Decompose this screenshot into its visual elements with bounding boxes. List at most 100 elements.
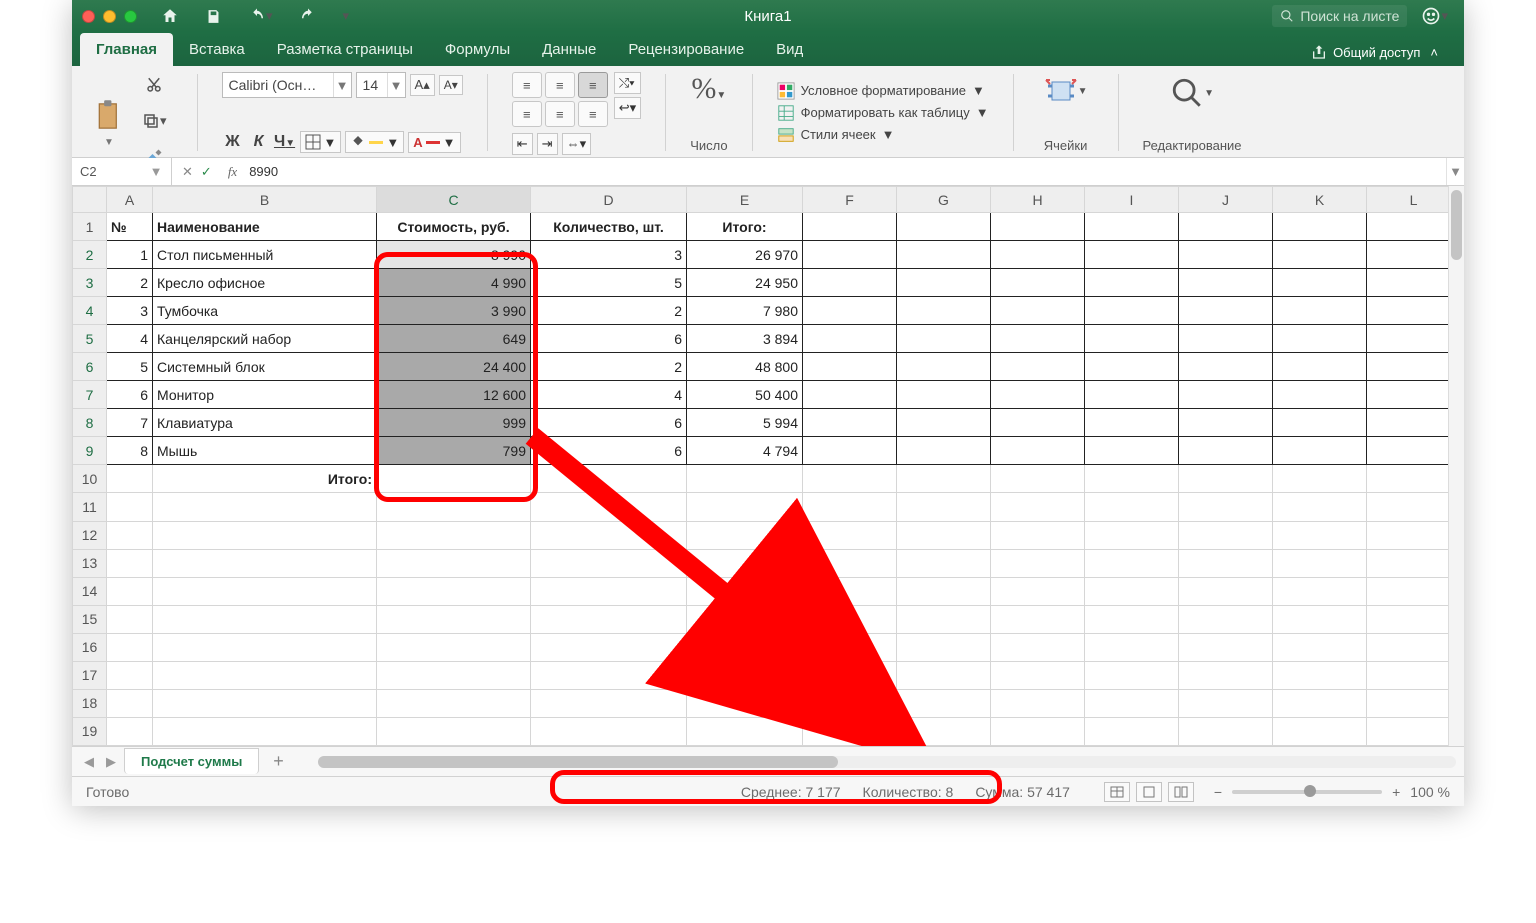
indent-decrease-icon[interactable]: ⇤ — [512, 133, 533, 155]
font-name-combo[interactable]: ▼ — [222, 72, 352, 98]
align-right-icon[interactable]: ≡ — [578, 101, 608, 127]
minimize-window-icon[interactable] — [103, 10, 116, 23]
row-header-12[interactable]: 12 — [73, 521, 107, 549]
view-page-layout-icon[interactable] — [1136, 782, 1162, 802]
sheet-nav-prev-icon[interactable]: ◀ — [80, 754, 98, 770]
column-header-A[interactable]: A — [107, 187, 153, 213]
row-header-5[interactable]: 5 — [73, 325, 107, 353]
row-header-11[interactable]: 11 — [73, 493, 107, 521]
sheet-tab-active[interactable]: Подсчет суммы — [124, 748, 259, 774]
name-box[interactable]: C2▼ — [72, 158, 172, 185]
row-header-13[interactable]: 13 — [73, 549, 107, 577]
conditional-formatting-button[interactable]: Условное форматирование ▼ — [777, 82, 989, 100]
redo-icon[interactable] — [293, 3, 323, 29]
expand-formula-icon[interactable]: ▼ — [1446, 158, 1464, 185]
find-icon[interactable]: ▼ — [1164, 72, 1220, 114]
align-center-icon[interactable]: ≡ — [545, 101, 575, 127]
align-left-icon[interactable]: ≡ — [512, 101, 542, 127]
zoom-slider[interactable] — [1232, 790, 1382, 794]
selected-cell[interactable]: 24 400 — [377, 353, 531, 381]
row-header-3[interactable]: 3 — [73, 269, 107, 297]
sheet-nav-next-icon[interactable]: ▶ — [102, 754, 120, 770]
selected-cell[interactable]: 799 — [377, 437, 531, 465]
selected-cell[interactable]: 3 990 — [377, 297, 531, 325]
row-header-9[interactable]: 9 — [73, 437, 107, 465]
collapse-ribbon-icon[interactable]: ˄ — [1430, 45, 1438, 60]
tab-review[interactable]: Рецензирование — [612, 33, 760, 66]
search-input[interactable]: Поиск на листе — [1272, 5, 1407, 27]
column-header-G[interactable]: G — [897, 187, 991, 213]
cell-styles-button[interactable]: Стили ячеек ▼ — [777, 126, 989, 144]
selected-cell[interactable]: 999 — [377, 409, 531, 437]
zoom-out-button[interactable]: − — [1214, 784, 1222, 800]
row-header-18[interactable]: 18 — [73, 689, 107, 717]
tab-data[interactable]: Данные — [526, 33, 612, 66]
home-icon[interactable] — [155, 3, 185, 29]
column-header-F[interactable]: F — [803, 187, 897, 213]
selected-cell[interactable]: 649 — [377, 325, 531, 353]
font-color-icon[interactable]: A▼ — [408, 132, 460, 153]
cells-icon[interactable]: ▼ — [1038, 72, 1094, 110]
zoom-window-icon[interactable] — [124, 10, 137, 23]
row-header-2[interactable]: 2 — [73, 241, 107, 269]
row-header-19[interactable]: 19 — [73, 717, 107, 745]
row-header-1[interactable]: 1 — [73, 213, 107, 241]
tab-layout[interactable]: Разметка страницы — [261, 33, 429, 66]
align-bottom-icon[interactable]: ≡ — [578, 72, 608, 98]
tab-insert[interactable]: Вставка — [173, 33, 261, 66]
tab-view[interactable]: Вид — [760, 33, 819, 66]
row-header-16[interactable]: 16 — [73, 633, 107, 661]
increase-font-icon[interactable]: A▴ — [410, 74, 435, 96]
feedback-icon[interactable]: ▾ — [1415, 2, 1454, 30]
fx-icon[interactable]: fx — [222, 164, 243, 180]
cut-icon[interactable] — [136, 72, 173, 98]
column-header-L[interactable]: L — [1367, 187, 1461, 213]
row-header-15[interactable]: 15 — [73, 605, 107, 633]
close-window-icon[interactable] — [82, 10, 95, 23]
bold-button[interactable]: Ж — [222, 133, 244, 151]
font-size-combo[interactable]: ▼ — [356, 72, 406, 98]
underline-button[interactable]: Ч▼ — [274, 133, 296, 151]
column-header-J[interactable]: J — [1179, 187, 1273, 213]
row-header-7[interactable]: 7 — [73, 381, 107, 409]
orientation-icon[interactable]: ⤭▾ — [614, 72, 641, 94]
qat-customize-icon[interactable]: ▾ — [337, 4, 356, 28]
format-as-table-button[interactable]: Форматировать как таблицу ▼ — [777, 104, 989, 122]
vertical-scrollbar[interactable] — [1448, 186, 1464, 746]
row-header-14[interactable]: 14 — [73, 577, 107, 605]
save-icon[interactable] — [199, 4, 228, 29]
column-header-I[interactable]: I — [1085, 187, 1179, 213]
decrease-font-icon[interactable]: A▾ — [439, 75, 463, 95]
copy-icon[interactable]: ▾ — [136, 108, 173, 134]
column-header-D[interactable]: D — [531, 187, 687, 213]
row-header-10[interactable]: 10 — [73, 465, 107, 493]
spreadsheet-grid[interactable]: ABCDEFGHIJKL1№НаименованиеСтоимость, руб… — [72, 186, 1464, 746]
wrap-text-icon[interactable]: ↩▾ — [614, 97, 641, 119]
view-normal-icon[interactable] — [1104, 782, 1130, 802]
align-top-icon[interactable]: ≡ — [512, 72, 542, 98]
zoom-in-button[interactable]: + — [1392, 784, 1400, 800]
column-header-H[interactable]: H — [991, 187, 1085, 213]
row-header-8[interactable]: 8 — [73, 409, 107, 437]
select-all-corner[interactable] — [73, 187, 107, 213]
column-header-C[interactable]: C — [377, 187, 531, 213]
fill-color-icon[interactable]: ▼ — [345, 131, 404, 153]
column-header-K[interactable]: K — [1273, 187, 1367, 213]
add-sheet-button[interactable]: + — [263, 747, 294, 776]
align-middle-icon[interactable]: ≡ — [545, 72, 575, 98]
number-format-icon[interactable]: %▼ — [691, 72, 726, 106]
borders-icon[interactable]: ▼ — [300, 131, 342, 153]
selected-cell[interactable]: 12 600 — [377, 381, 531, 409]
tab-home[interactable]: Главная — [80, 33, 173, 66]
share-button[interactable]: Общий доступ ˄ — [1293, 38, 1456, 66]
column-header-B[interactable]: B — [153, 187, 377, 213]
cancel-formula-icon[interactable]: ✕ — [182, 164, 193, 180]
selected-cell[interactable]: 4 990 — [377, 269, 531, 297]
horizontal-scrollbar[interactable] — [318, 756, 1456, 768]
enter-formula-icon[interactable]: ✓ — [201, 164, 212, 180]
row-header-6[interactable]: 6 — [73, 353, 107, 381]
undo-icon[interactable]: ▾ — [242, 3, 279, 29]
view-page-break-icon[interactable] — [1168, 782, 1194, 802]
indent-increase-icon[interactable]: ⇥ — [537, 133, 558, 155]
row-header-17[interactable]: 17 — [73, 661, 107, 689]
